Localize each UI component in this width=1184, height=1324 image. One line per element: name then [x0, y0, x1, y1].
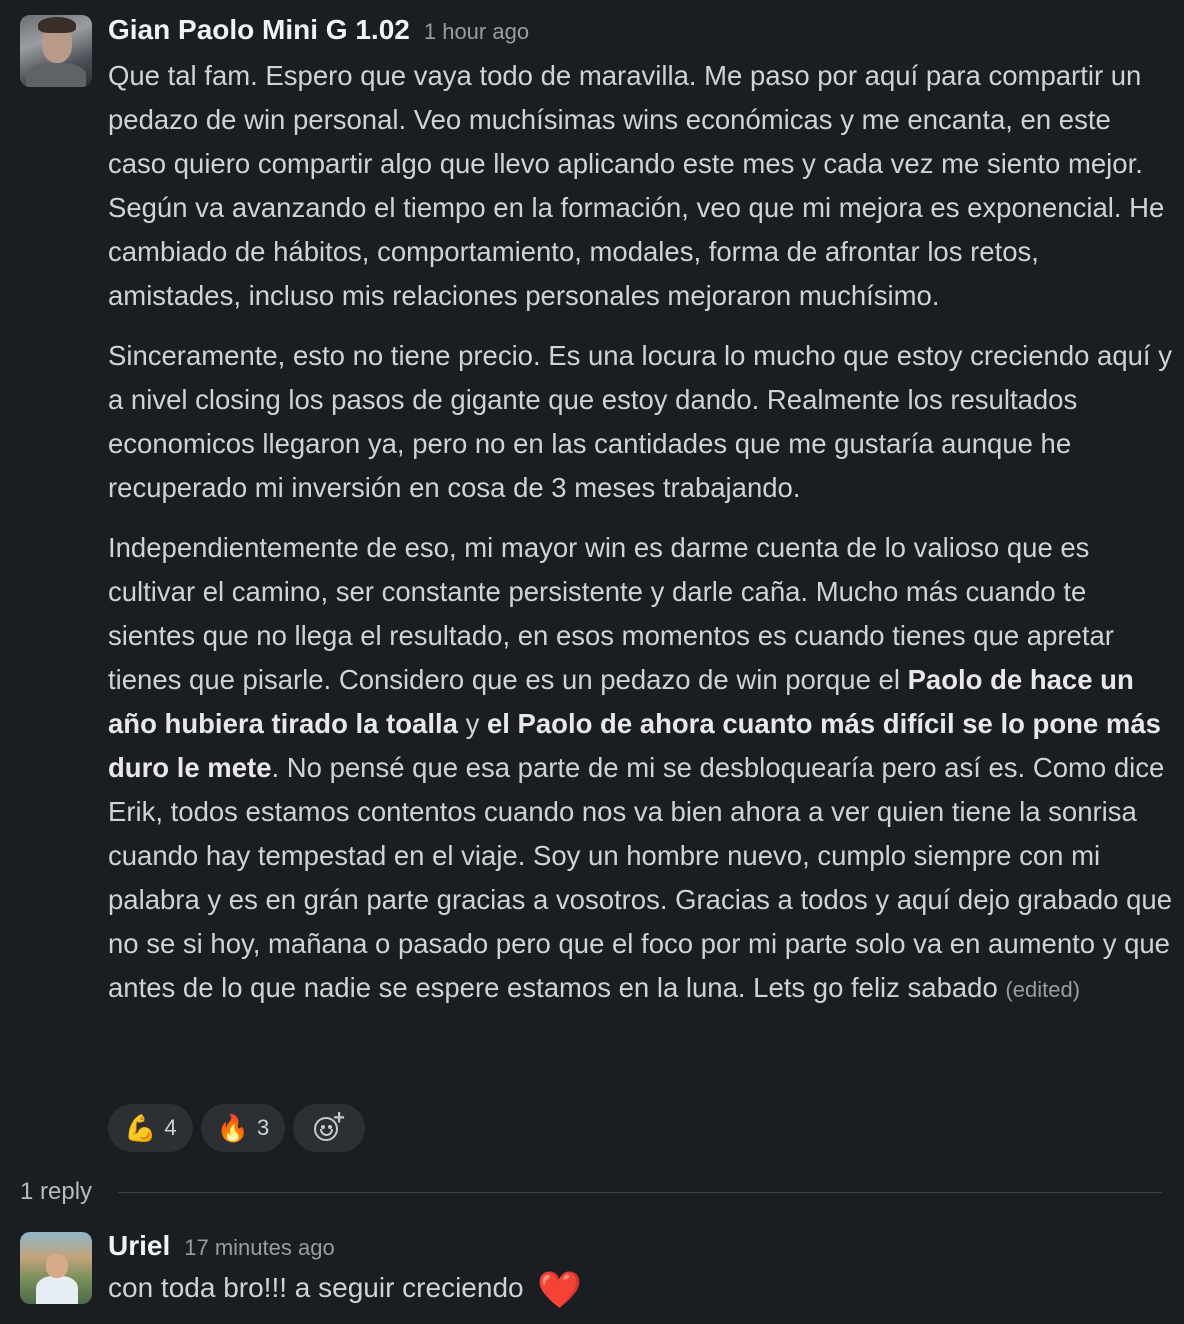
message-paragraph: Sinceramente, esto no tiene precio. Es u…	[108, 340, 1172, 503]
author-name[interactable]: Gian Paolo Mini G 1.02	[108, 14, 410, 46]
reaction-fire[interactable]: 🔥 3	[200, 1104, 286, 1152]
avatar-body	[26, 63, 86, 87]
flexed-biceps-icon: 💪	[124, 1113, 157, 1143]
reply-author-name[interactable]: Uriel	[108, 1230, 170, 1262]
add-emoji-icon: +	[314, 1107, 345, 1143]
reply-header: Uriel 17 minutes ago	[108, 1230, 335, 1262]
reaction-flexed-biceps[interactable]: 💪 4	[108, 1104, 193, 1152]
thread-replies-divider: 1 reply	[20, 1178, 1162, 1206]
timestamp[interactable]: 1 hour ago	[424, 19, 529, 45]
reaction-count: 4	[164, 1115, 177, 1140]
avatar-body	[36, 1276, 78, 1304]
avatar-hair	[38, 17, 76, 33]
reply-count: 1 reply	[20, 1178, 93, 1205]
divider-line	[118, 1191, 1162, 1193]
avatar[interactable]	[20, 15, 92, 87]
message-header: Gian Paolo Mini G 1.02 1 hour ago	[108, 14, 529, 46]
heart-icon: ❤️	[537, 1268, 583, 1310]
reply-timestamp[interactable]: 17 minutes ago	[184, 1235, 334, 1261]
message-body: Que tal fam. Espero que vaya todo de mar…	[108, 54, 1174, 1028]
reactions-bar: 💪 4 🔥 3 +	[108, 1104, 366, 1152]
add-reaction-button[interactable]: +	[293, 1104, 366, 1152]
reply-avatar[interactable]	[20, 1232, 92, 1304]
reaction-count: 3	[257, 1115, 270, 1140]
reply-message: con toda bro!!! a seguir creciendo	[108, 1272, 524, 1303]
text-segment: . No pensé que esa parte de mi se desblo…	[108, 752, 1172, 1003]
message-paragraph: Que tal fam. Espero que vaya todo de mar…	[108, 60, 1165, 311]
message-paragraph: Independientemente de eso, mi mayor win …	[108, 526, 1174, 1012]
fire-icon: 🔥	[216, 1113, 249, 1143]
avatar-face	[46, 1254, 68, 1278]
text-segment: y	[457, 708, 487, 739]
edited-label: (edited)	[1005, 977, 1081, 1002]
reply-body: con toda bro!!! a seguir creciendo ❤️	[108, 1266, 582, 1312]
